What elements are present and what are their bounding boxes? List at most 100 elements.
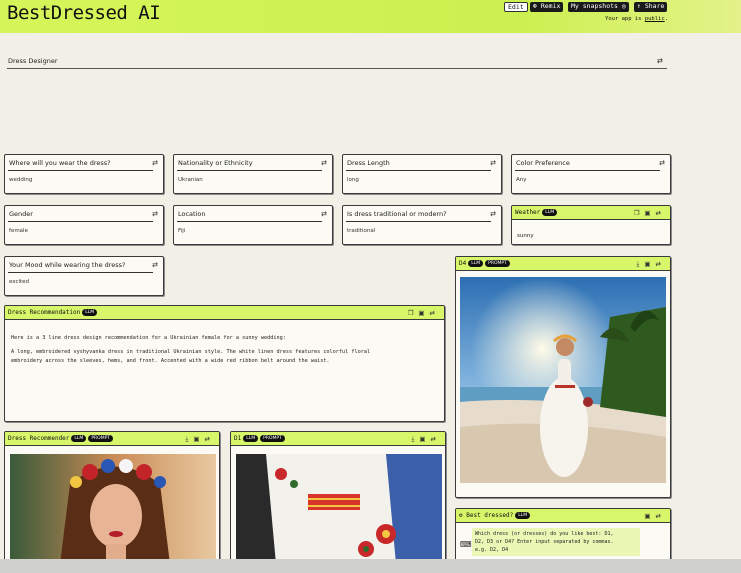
card-header: Dress Recommender LLM PROMPT ⤓▣⇄ (5, 432, 219, 446)
input-value[interactable]: Ukranian (178, 177, 203, 183)
settings-icon[interactable]: ⇄ (490, 159, 496, 167)
divider (8, 272, 153, 273)
input-value[interactable]: Fiji (178, 228, 185, 234)
input-card-gender[interactable]: Gender ⇄ female (4, 205, 164, 245)
input-card-nationality[interactable]: Nationality or Ethnicity ⇄ Ukranian (173, 154, 333, 194)
prompt-line: Which dress (or dresses) do you like bes… (475, 531, 614, 537)
portrait-image (10, 454, 216, 564)
input-value[interactable]: excited (9, 279, 29, 285)
prompt-line: e.g. D2, D4 (475, 547, 509, 553)
weather-value: sunny (517, 233, 534, 239)
input-label: Color Preference (516, 159, 570, 167)
input-value[interactable]: long (347, 177, 359, 183)
settings-icon[interactable]: ⇄ (490, 210, 496, 218)
input-value[interactable]: wedding (9, 177, 32, 183)
card-actions: ⤓▣⇄ (412, 435, 441, 444)
image-icon[interactable]: ▣ (419, 435, 430, 443)
settings-icon[interactable]: ⇄ (657, 57, 663, 65)
divider (8, 221, 153, 222)
input-value[interactable]: traditional (347, 228, 375, 234)
settings-icon[interactable]: ⇄ (431, 435, 441, 443)
image-icon[interactable]: ▣ (418, 309, 429, 317)
input-card-dress-length[interactable]: Dress Length ⇄ long (342, 154, 502, 194)
card-actions: ⤓▣⇄ (186, 435, 215, 444)
card-header: Dress Recommendation LLM ❐▣⇄ (5, 306, 444, 320)
input-value[interactable]: Any (516, 177, 527, 183)
dress-recommender-card: Dress Recommender LLM PROMPT ⤓▣⇄ (4, 431, 220, 566)
settings-icon[interactable]: ⇄ (430, 309, 440, 317)
app-header: BestDressed AI Edit ⊛ Remix My snapshots… (0, 0, 741, 33)
card-header: D4 LLM PROMPT ⤓▣⇄ (456, 257, 670, 271)
my-snapshots-button[interactable]: My snapshots ◎ (568, 2, 629, 12)
image-icon[interactable]: ▣ (644, 209, 655, 217)
settings-icon[interactable]: ⇄ (656, 209, 666, 217)
recommendation-title: Dress Recommendation (8, 309, 81, 316)
card-header: ⚙ Best dressed? LLM ▣⇄ (456, 509, 670, 523)
card-title: ⚙ Best dressed? LLM (459, 512, 531, 519)
edit-button[interactable]: Edit (504, 2, 528, 12)
input-label: Nationality or Ethnicity (178, 159, 253, 167)
best-dressed-prompt[interactable]: Which dress (or dresses) do you like bes… (472, 528, 640, 556)
best-dressed-title: Best dressed? (466, 512, 514, 519)
input-label: Gender (9, 210, 33, 218)
llm-badge: LLM (542, 209, 558, 216)
divider (346, 170, 491, 171)
share-button[interactable]: ↑ Share (634, 2, 668, 12)
input-label: Is dress traditional or modern? (347, 210, 447, 218)
prompt-badge: PROMPT (260, 435, 285, 442)
recommendation-line: Here is a 3 line dress design recommenda… (11, 335, 286, 341)
settings-icon[interactable]: ⇄ (152, 261, 158, 269)
public-link[interactable]: public (645, 16, 665, 22)
image-icon[interactable]: ▣ (644, 512, 655, 520)
settings-icon[interactable]: ⇄ (656, 512, 666, 520)
image-icon[interactable]: ▣ (644, 260, 655, 268)
settings-icon[interactable]: ⇄ (152, 159, 158, 167)
d4-title: D4 (459, 260, 467, 267)
settings-icon[interactable]: ⇄ (321, 159, 327, 167)
embroidered-dress-image (236, 454, 442, 564)
my-snapshots-label: My snapshots (571, 2, 618, 10)
settings-icon[interactable]: ⇄ (656, 260, 666, 268)
card-title: Dress Recommender LLM PROMPT (8, 435, 114, 442)
settings-icon[interactable]: ⇄ (205, 435, 215, 443)
snapshot-icon: ◎ (621, 2, 626, 10)
divider (177, 170, 322, 171)
copy-icon[interactable]: ❐ (408, 309, 419, 317)
recommender-title: Dress Recommender (8, 435, 70, 442)
gear-icon: ⚙ (459, 512, 463, 519)
card-actions: ❐▣⇄ (408, 309, 440, 317)
image-icon[interactable]: ▣ (193, 435, 204, 443)
prompt-badge: PROMPT (88, 435, 114, 442)
section-divider (7, 68, 667, 69)
app-title: BestDressed AI (7, 2, 161, 24)
card-actions: ⤓▣⇄ (637, 260, 666, 269)
llm-badge: LLM (71, 435, 87, 442)
d1-title: D1 (234, 435, 242, 442)
beach-dress-image (460, 277, 666, 483)
input-card-style[interactable]: Is dress traditional or modern? ⇄ tradit… (342, 205, 502, 245)
recommendation-line: A long, embroidered vyshyvanka dress in … (11, 349, 371, 355)
settings-icon[interactable]: ⇄ (321, 210, 327, 218)
best-dressed-card: ⚙ Best dressed? LLM ▣⇄ ⌨ Which dress (or … (455, 508, 671, 566)
recommendation-line: embroidery across the sleeves, hems, and… (11, 358, 330, 364)
settings-icon[interactable]: ⇄ (659, 159, 665, 167)
divider (8, 170, 153, 171)
llm-badge: LLM (468, 260, 484, 267)
input-card-venue[interactable]: Where will you wear the dress? ⇄ wedding (4, 154, 164, 194)
input-value[interactable]: female (9, 228, 28, 234)
input-label: Your Mood while wearing the dress? (9, 261, 126, 269)
llm-badge: LLM (82, 309, 98, 316)
card-title: Weather LLM (515, 209, 558, 216)
input-card-location[interactable]: Location ⇄ Fiji (173, 205, 333, 245)
prompt-line: D2, D3 or D4? Enter input separated by c… (475, 539, 614, 545)
llm-badge: LLM (515, 512, 531, 519)
recommendation-text: Here is a 3 line dress design recommenda… (11, 334, 370, 366)
input-card-color[interactable]: Color Preference ⇄ Any (511, 154, 671, 194)
input-label: Dress Length (347, 159, 390, 167)
bottom-scrollbar[interactable] (0, 559, 741, 573)
remix-button[interactable]: ⊛ Remix (530, 2, 564, 12)
weather-title: Weather (515, 209, 541, 216)
settings-icon[interactable]: ⇄ (152, 210, 158, 218)
copy-icon[interactable]: ❐ (634, 209, 645, 217)
input-card-mood[interactable]: Your Mood while wearing the dress? ⇄ exc… (4, 256, 164, 296)
